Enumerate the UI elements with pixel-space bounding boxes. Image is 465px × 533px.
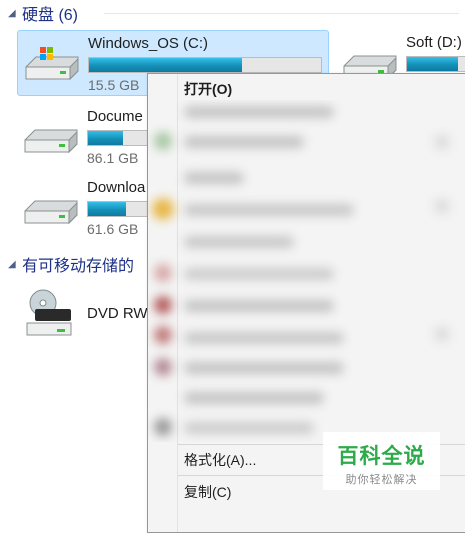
drive-name: Downloa	[87, 179, 146, 196]
blurred-menu-items	[148, 100, 465, 442]
drive-usage-fill	[88, 202, 127, 216]
drive-free-space: 15.5 GB	[88, 77, 140, 93]
drive-name: Windows_OS (C:)	[88, 35, 209, 52]
removable-group-title: 有可移动存储的	[22, 258, 135, 275]
collapse-triangle-icon[interactable]: ◢	[8, 8, 20, 19]
drive-usage-fill	[89, 58, 243, 72]
collapse-triangle-icon[interactable]: ◢	[8, 259, 20, 270]
drive-usage-bar	[406, 56, 465, 72]
drive-usage-fill	[88, 131, 123, 145]
drive-documents[interactable]: Docume 86.1 GB	[17, 104, 157, 170]
drive-dvd[interactable]: DVD RW	[17, 283, 157, 349]
hard-disks-group-header[interactable]: ◢ 硬盘 (6)	[8, 1, 459, 25]
watermark-title: 百科全说	[337, 445, 426, 468]
drive-name: DVD RW	[87, 305, 148, 322]
menu-item-open[interactable]: 打开(O)	[184, 79, 232, 99]
dvd-drive-icon	[21, 289, 81, 341]
watermark: 百科全说 助你轻松解决	[323, 432, 440, 490]
drive-usage-fill	[407, 57, 458, 71]
menu-item-copy[interactable]: 复制(C)	[184, 482, 231, 502]
drive-downloads[interactable]: Downloa 61.6 GB	[17, 175, 157, 241]
drive-usage-bar	[87, 130, 149, 146]
drive-name: Docume	[87, 108, 143, 125]
menu-item-format[interactable]: 格式化(A)...	[184, 450, 256, 470]
drive-usage-bar	[87, 201, 149, 217]
hard-drive-icon	[21, 181, 81, 233]
removable-group-header[interactable]: ◢ 有可移动存储的	[8, 252, 148, 276]
hard-disks-group-title: 硬盘 (6)	[22, 7, 79, 24]
hard-drive-windows-icon	[22, 37, 82, 89]
drive-free-space: 61.6 GB	[87, 221, 139, 237]
drive-name: Soft (D:)	[406, 34, 462, 51]
drive-free-space: 86.1 GB	[87, 150, 139, 166]
group-divider	[104, 13, 459, 14]
hard-drive-icon	[21, 110, 81, 162]
drive-usage-bar	[88, 57, 322, 73]
watermark-subtitle: 助你轻松解决	[345, 474, 418, 486]
